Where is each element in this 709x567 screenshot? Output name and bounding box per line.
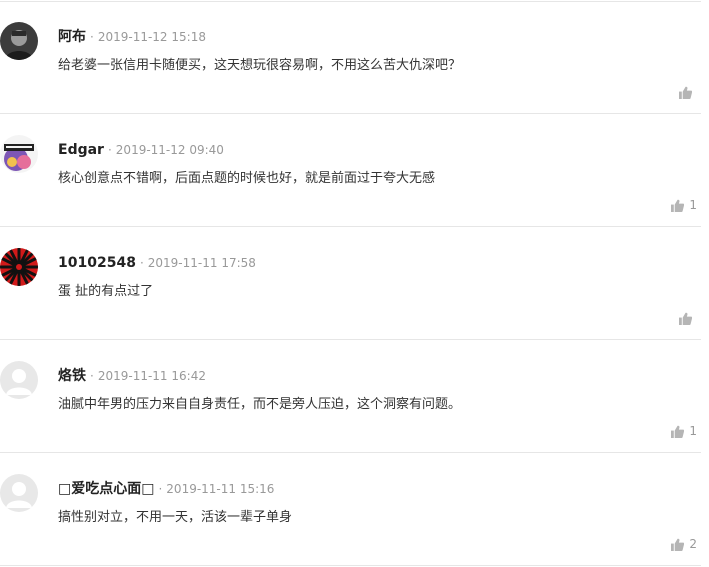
comment-item: 烙铁 · 2019-11-11 16:42 油腻中年男的压力来自自身责任，而不是旁人… bbox=[0, 341, 701, 453]
thumbs-up-icon bbox=[671, 199, 685, 212]
user-name[interactable]: 阿布 bbox=[58, 29, 86, 45]
user-name[interactable]: Edgar bbox=[58, 142, 104, 158]
user-name[interactable]: 烙铁 bbox=[58, 368, 86, 384]
like-button[interactable]: 2 bbox=[671, 536, 697, 552]
meta-separator: · bbox=[107, 143, 112, 157]
thumbs-up-icon bbox=[679, 312, 692, 325]
comment-meta: 阿布 · 2019-11-12 15:18 bbox=[58, 26, 206, 46]
default-user-avatar-icon[interactable] bbox=[0, 361, 38, 399]
comment-item: 10102548 · 2019-11-11 17:58 蛋 扯的有点过了 bbox=[0, 228, 701, 340]
comment-time: 2019-11-11 15:16 bbox=[166, 482, 275, 496]
portrait-avatar-icon[interactable] bbox=[0, 22, 38, 60]
like-count: 2 bbox=[689, 537, 697, 551]
comment-time: 2019-11-11 16:42 bbox=[97, 369, 206, 383]
like-count: 1 bbox=[689, 424, 697, 438]
like-button[interactable]: 1 bbox=[671, 423, 697, 439]
meta-separator: · bbox=[90, 369, 94, 383]
comment-meta: 烙铁 · 2019-11-11 16:42 bbox=[58, 365, 206, 385]
meta-separator: · bbox=[90, 30, 94, 44]
thumbs-up-icon bbox=[671, 425, 685, 438]
comment-item: □爱吃点心面□ · 2019-11-11 15:16 搞性别对立，不用一天，活该一辈… bbox=[0, 454, 701, 566]
comment-meta: 10102548 · 2019-11-11 17:58 bbox=[58, 252, 256, 272]
comment-time: 2019-11-12 09:40 bbox=[115, 143, 224, 157]
like-button[interactable]: 1 bbox=[671, 197, 697, 213]
comment-item: Edgar · 2019-11-12 09:40 核心创意点不错啊，后面点题的时候也… bbox=[0, 115, 701, 227]
comment-text: 搞性别对立，不用一天，活该一辈子单身 bbox=[58, 510, 293, 525]
meta-separator: · bbox=[158, 482, 163, 496]
comment-text: 给老婆一张信用卡随便买，这天想玩很容易啊，不用这么苦大仇深吧？ bbox=[58, 58, 462, 73]
user-name[interactable]: □爱吃点心面□ bbox=[58, 481, 154, 497]
user-name[interactable]: 10102548 bbox=[58, 255, 136, 271]
like-button[interactable] bbox=[679, 310, 697, 326]
comment-time: 2019-11-11 17:58 bbox=[147, 256, 256, 270]
comment-meta: Edgar · 2019-11-12 09:40 bbox=[58, 139, 224, 159]
meta-separator: · bbox=[139, 256, 144, 270]
thumbs-up-icon bbox=[679, 86, 692, 99]
comment-item: 阿布 · 2019-11-12 15:18 给老婆一张信用卡随便买，这天想玩很容易啊… bbox=[0, 2, 701, 114]
comment-list: 阿布 · 2019-11-12 15:18 给老婆一张信用卡随便买，这天想玩很容易啊… bbox=[0, 0, 709, 567]
thumbs-up-icon bbox=[671, 538, 685, 551]
like-count: 1 bbox=[689, 198, 697, 212]
red-black-sunburst-avatar-icon[interactable] bbox=[0, 248, 38, 286]
colorful-graphic-avatar-icon[interactable] bbox=[0, 135, 38, 173]
comment-text: 蛋 扯的有点过了 bbox=[58, 284, 154, 299]
comment-text: 核心创意点不错啊，后面点题的时候也好，就是前面过于夸大无感 bbox=[58, 171, 436, 186]
like-button[interactable] bbox=[679, 84, 697, 100]
comment-text: 油腻中年男的压力来自自身责任，而不是旁人压迫，这个洞察有问题。 bbox=[58, 397, 462, 412]
comment-meta: □爱吃点心面□ · 2019-11-11 15:16 bbox=[58, 478, 274, 498]
default-user-avatar-icon[interactable] bbox=[0, 474, 38, 512]
comment-time: 2019-11-12 15:18 bbox=[97, 30, 206, 44]
